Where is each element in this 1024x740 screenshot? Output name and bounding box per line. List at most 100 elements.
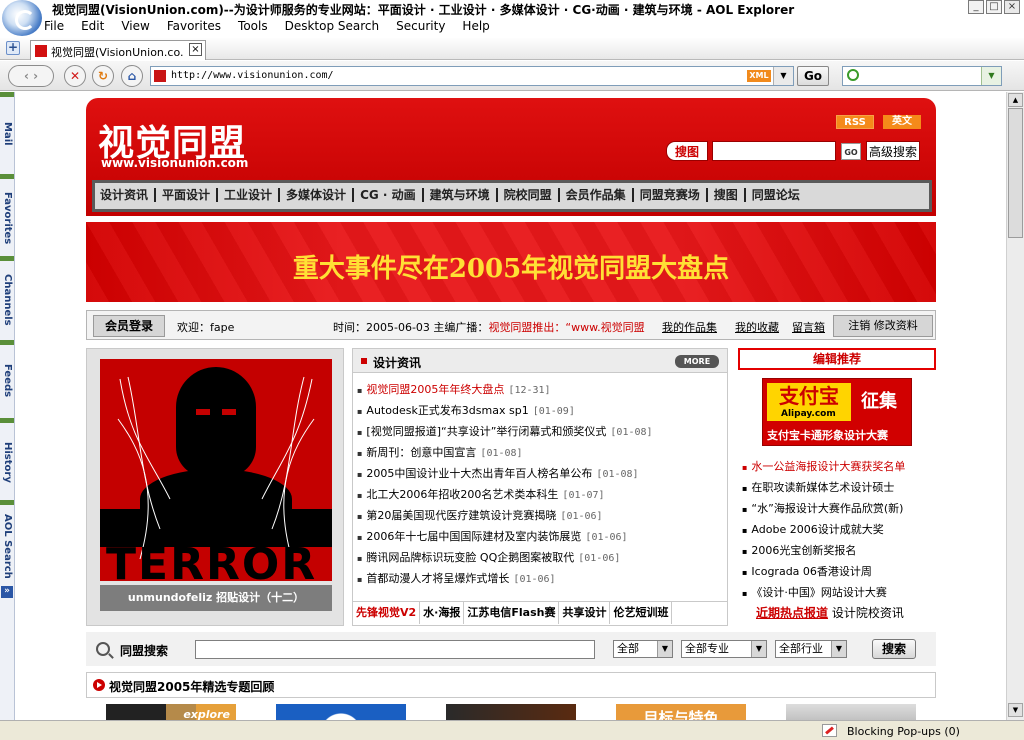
home-button[interactable]: ⌂ xyxy=(121,65,143,87)
address-dropdown-button[interactable]: ▼ xyxy=(773,67,793,85)
nav-forum[interactable]: 同盟论坛 xyxy=(752,188,806,202)
menu-desktop-search[interactable]: Desktop Search xyxy=(285,19,380,33)
news-item[interactable]: 2006年十七届中国国际建材及室内装饰展览[01-06] xyxy=(357,528,653,549)
news-item[interactable]: 首都动漫人才将呈爆炸式增长[01-06] xyxy=(357,570,653,591)
nav-architecture[interactable]: 建筑与环境 xyxy=(430,188,498,202)
popup-blocker-icon[interactable] xyxy=(822,724,837,737)
my-favorites-link[interactable]: 我的收藏 xyxy=(735,319,779,335)
nav-competitions[interactable]: 同盟竞赛场 xyxy=(640,188,708,202)
search-dropdown-button[interactable]: ▼ xyxy=(981,67,1001,85)
tab-visionunion[interactable]: 视觉同盟(VisionUnion.co... × xyxy=(30,40,206,60)
address-bar[interactable]: http://www.visionunion.com/ XML ▼ xyxy=(150,66,794,86)
news-more-button[interactable]: MORE xyxy=(675,355,719,368)
list-item[interactable]: “水”海报设计大赛作品欣赏(新) xyxy=(742,500,905,521)
sidebar-tab-history[interactable]: History xyxy=(1,442,13,483)
list-item[interactable]: Icograda 06香港设计周 xyxy=(742,563,905,584)
promo-banner[interactable]: 重大事件尽在2005年视觉同盟大盘点 xyxy=(86,222,936,302)
minimize-button[interactable]: _ xyxy=(968,0,984,14)
scroll-thumb[interactable] xyxy=(1008,108,1023,238)
scroll-up-arrow-icon[interactable]: ▲ xyxy=(1008,93,1023,107)
feature-caption[interactable]: unmundofeliz 招贴设计（十二） xyxy=(100,585,332,611)
message-box-link[interactable]: 留言箱 xyxy=(792,319,825,335)
review-thumb-4[interactable]: 目标与特色 xyxy=(616,704,746,720)
maximize-button[interactable]: □ xyxy=(986,0,1002,14)
nav-cg-animation[interactable]: CG · 动画 xyxy=(360,188,424,202)
review-thumb-3[interactable] xyxy=(446,704,576,720)
sidebar-tab-mail[interactable]: Mail xyxy=(1,122,13,146)
stop-button[interactable]: ✕ xyxy=(64,65,86,87)
list-item[interactable]: 水一公益海报设计大赛获奖名单 xyxy=(742,458,905,479)
nav-member-works[interactable]: 会员作品集 xyxy=(566,188,634,202)
menu-file[interactable]: File xyxy=(44,19,64,33)
sidebar-tab-channels[interactable]: Channels xyxy=(1,274,13,326)
menu-help[interactable]: Help xyxy=(462,19,489,33)
xml-feed-icon[interactable]: XML xyxy=(747,70,771,82)
news-item[interactable]: 第20届美国现代医疗建筑设计竞赛揭晓[01-06] xyxy=(357,507,653,528)
major-select[interactable]: 全部专业 ▼ xyxy=(681,640,767,658)
go-button[interactable]: Go xyxy=(797,66,829,86)
alliance-search-button[interactable]: 搜索 xyxy=(872,639,916,659)
nav-design-news[interactable]: 设计资讯 xyxy=(100,188,157,202)
tab-water-poster[interactable]: 水·海报 xyxy=(420,602,465,624)
scroll-down-arrow-icon[interactable]: ▼ xyxy=(1008,703,1023,717)
list-item[interactable]: 2006光宝创新奖报名 xyxy=(742,542,905,563)
nav-industrial-design[interactable]: 工业设计 xyxy=(224,188,281,202)
my-portfolio-link[interactable]: 我的作品集 xyxy=(662,319,717,335)
menu-security[interactable]: Security xyxy=(396,19,445,33)
scope-select[interactable]: 全部 ▼ xyxy=(613,640,673,658)
nav-schools[interactable]: 院校同盟 xyxy=(504,188,560,202)
news-item[interactable]: 视觉同盟2005年年终大盘点[12-31] xyxy=(357,381,653,402)
menu-view[interactable]: View xyxy=(121,19,149,33)
search-icon xyxy=(847,69,859,81)
sidebar-tab-favorites[interactable]: Favorites xyxy=(1,192,13,244)
news-item[interactable]: 北工大2006年招收200名艺术类本科生[01-07] xyxy=(357,486,653,507)
feature-image[interactable]: TERROR xyxy=(100,359,332,581)
review-thumb-2[interactable] xyxy=(276,704,406,720)
alliance-search-input[interactable] xyxy=(195,640,595,659)
site-search-input[interactable] xyxy=(712,141,836,161)
alipay-ad[interactable]: 支付宝 Alipay.com 征集 支付宝卡通形象设计大赛 xyxy=(762,378,912,446)
menu-edit[interactable]: Edit xyxy=(81,19,104,33)
news-item[interactable]: 腾讯网品牌标识玩变脸 QQ企鹅图案被取代[01-06] xyxy=(357,549,653,570)
new-tab-button[interactable]: + xyxy=(6,41,20,55)
news-item[interactable]: 2005中国设计业十大杰出青年百人榜名单公布[01-08] xyxy=(357,465,653,486)
news-item[interactable]: [视觉同盟报道]“共享设计”举行闭幕式和颁奖仪式[01-08] xyxy=(357,423,652,444)
logout-settings-links[interactable]: 注销 修改资料 xyxy=(833,315,933,337)
nav-multimedia-design[interactable]: 多媒体设计 xyxy=(286,188,355,202)
list-item[interactable]: 《设计·中国》网站设计大赛 xyxy=(742,584,905,605)
list-item[interactable]: Adobe 2006设计成就大奖 xyxy=(742,521,905,542)
sidebar-tab-aol-search[interactable]: AOL Search xyxy=(1,514,13,579)
refresh-button[interactable]: ↻ xyxy=(92,65,114,87)
broadcast-text[interactable]: 视觉同盟推出：“www.视觉同盟 xyxy=(488,321,644,334)
site-search-go-button[interactable]: GO xyxy=(841,143,861,160)
vertical-scrollbar[interactable]: ▲ ▼ xyxy=(1006,92,1024,720)
advanced-search-button[interactable]: 高级搜索 xyxy=(866,141,920,161)
tab-jiangsu-flash[interactable]: 江苏电信Flash赛 xyxy=(464,602,560,624)
close-tab-button[interactable]: × xyxy=(189,43,202,56)
back-forward-button[interactable]: ‹ › xyxy=(8,65,54,87)
news-item[interactable]: 新周刊：创意中国宣言[01-08] xyxy=(357,444,653,465)
tab-london-arts[interactable]: 伦艺短训班 xyxy=(610,602,673,624)
review-thumb-5[interactable] xyxy=(786,704,916,720)
hot-reports-link[interactable]: 近期热点报道 xyxy=(756,606,828,620)
nav-image-search[interactable]: 搜图 xyxy=(714,188,746,202)
sidebar-expand-icon[interactable]: » xyxy=(1,586,13,598)
menu-tools[interactable]: Tools xyxy=(238,19,268,33)
school-news-link[interactable]: 设计院校资讯 xyxy=(832,606,904,620)
list-item[interactable]: 在职攻读新媒体艺术设计硕士 xyxy=(742,479,905,500)
industry-select[interactable]: 全部行业 ▼ xyxy=(775,640,847,658)
tab-pioneer-vision[interactable]: 先锋视觉V2 xyxy=(353,602,421,624)
sidebar-tab-feeds[interactable]: Feeds xyxy=(1,364,13,397)
review-thumb-1[interactable]: explore xyxy=(106,704,236,720)
nav-graphic-design[interactable]: 平面设计 xyxy=(162,188,219,202)
close-window-button[interactable]: × xyxy=(1004,0,1020,14)
tab-shared-design[interactable]: 共享设计 xyxy=(559,602,611,624)
image-search-label[interactable]: 搜图 xyxy=(666,141,708,161)
chevron-down-icon: ▼ xyxy=(657,641,672,657)
member-login-button[interactable]: 会员登录 xyxy=(93,315,165,337)
search-input[interactable]: ▼ xyxy=(842,66,1002,86)
english-button[interactable]: 英文 xyxy=(883,115,921,129)
rss-button[interactable]: RSS xyxy=(836,115,874,129)
news-item[interactable]: Autodesk正式发布3dsmax sp1[01-09] xyxy=(357,402,653,423)
menu-favorites[interactable]: Favorites xyxy=(167,19,221,33)
